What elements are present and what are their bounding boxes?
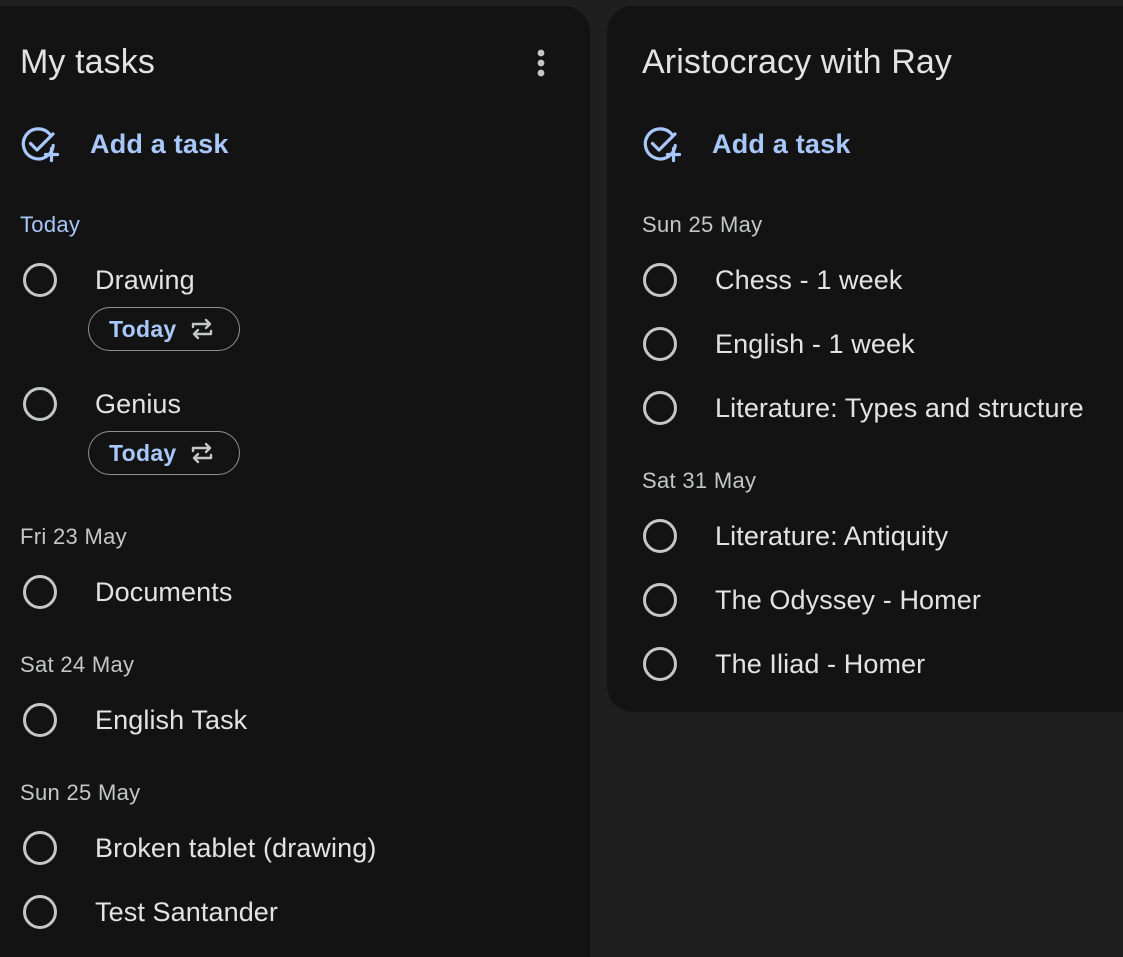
- add-task-label: Add a task: [90, 128, 229, 159]
- task-title[interactable]: Documents: [95, 577, 232, 608]
- complete-checkbox[interactable]: [643, 263, 677, 297]
- task-title[interactable]: Literature: Types and structure: [715, 393, 1084, 424]
- complete-checkbox[interactable]: [643, 391, 677, 425]
- section-heading-date: Fri 23 May: [20, 524, 127, 549]
- task-item: Drawing: [23, 263, 195, 297]
- task-item: Literature: Types and structure: [643, 391, 1084, 425]
- task-item: Chess - 1 week: [643, 263, 902, 297]
- task-title[interactable]: Broken tablet (drawing): [95, 833, 376, 864]
- complete-checkbox[interactable]: [23, 263, 57, 297]
- complete-checkbox[interactable]: [643, 519, 677, 553]
- due-date-label: Today: [109, 439, 177, 466]
- add-task-label: Add a task: [712, 128, 851, 159]
- due-date-chip[interactable]: Today: [88, 307, 240, 351]
- task-item: Literature: Antiquity: [643, 519, 948, 553]
- complete-checkbox[interactable]: [643, 327, 677, 361]
- task-title[interactable]: English Task: [95, 705, 247, 736]
- task-title[interactable]: The Iliad - Homer: [715, 649, 925, 680]
- tasks-board: My tasks Add a task Today Drawing Today …: [0, 0, 1123, 957]
- list-title: Aristocracy with Ray: [642, 43, 952, 81]
- complete-checkbox[interactable]: [23, 703, 57, 737]
- task-item: The Iliad - Homer: [643, 647, 925, 681]
- task-item: The Odyssey - Homer: [643, 583, 981, 617]
- list-title: My tasks: [20, 43, 155, 81]
- task-title[interactable]: Literature: Antiquity: [715, 521, 948, 552]
- task-title[interactable]: Chess - 1 week: [715, 265, 902, 296]
- task-list-aristocracy-with-ray: Aristocracy with Ray Add a task Sun 25 M…: [607, 6, 1123, 712]
- complete-checkbox[interactable]: [643, 583, 677, 617]
- task-item: English Task: [23, 703, 247, 737]
- complete-checkbox[interactable]: [643, 647, 677, 681]
- task-list-content: My tasks Add a task Today Drawing Today …: [0, 6, 590, 957]
- section-heading-date: Sat 24 May: [20, 652, 135, 677]
- section-heading-date: Sun 25 May: [642, 212, 763, 237]
- repeat-icon: [191, 442, 212, 464]
- complete-checkbox[interactable]: [23, 895, 57, 929]
- task-title[interactable]: The Odyssey - Homer: [715, 585, 981, 616]
- section-heading-date: Sun 25 May: [20, 780, 141, 805]
- due-date-label: Today: [109, 315, 177, 342]
- more-options-button[interactable]: [521, 43, 561, 83]
- task-title[interactable]: Test Santander: [95, 897, 278, 928]
- section-heading-today: Today: [20, 212, 81, 237]
- task-item: Test Santander: [23, 895, 278, 929]
- task-title[interactable]: Genius: [95, 389, 181, 420]
- complete-checkbox[interactable]: [23, 831, 57, 865]
- task-list-content: Aristocracy with Ray Add a task Sun 25 M…: [607, 6, 1123, 712]
- repeat-icon: [191, 318, 212, 340]
- section-heading-date: Sat 31 May: [642, 468, 757, 493]
- task-item: Genius: [23, 387, 181, 421]
- add-task-icon: [643, 127, 682, 163]
- complete-checkbox[interactable]: [23, 575, 57, 609]
- task-item: Broken tablet (drawing): [23, 831, 376, 865]
- add-task-button[interactable]: Add a task: [642, 124, 851, 164]
- task-title[interactable]: English - 1 week: [715, 329, 915, 360]
- task-list-my-tasks: My tasks Add a task Today Drawing Today …: [0, 6, 590, 957]
- more-vert-icon: [537, 49, 545, 77]
- complete-checkbox[interactable]: [23, 387, 57, 421]
- task-item: Documents: [23, 575, 232, 609]
- due-date-chip[interactable]: Today: [88, 431, 240, 475]
- task-item: English - 1 week: [643, 327, 915, 361]
- task-title[interactable]: Drawing: [95, 265, 195, 296]
- add-task-icon: [21, 127, 60, 163]
- add-task-button[interactable]: Add a task: [20, 124, 229, 164]
